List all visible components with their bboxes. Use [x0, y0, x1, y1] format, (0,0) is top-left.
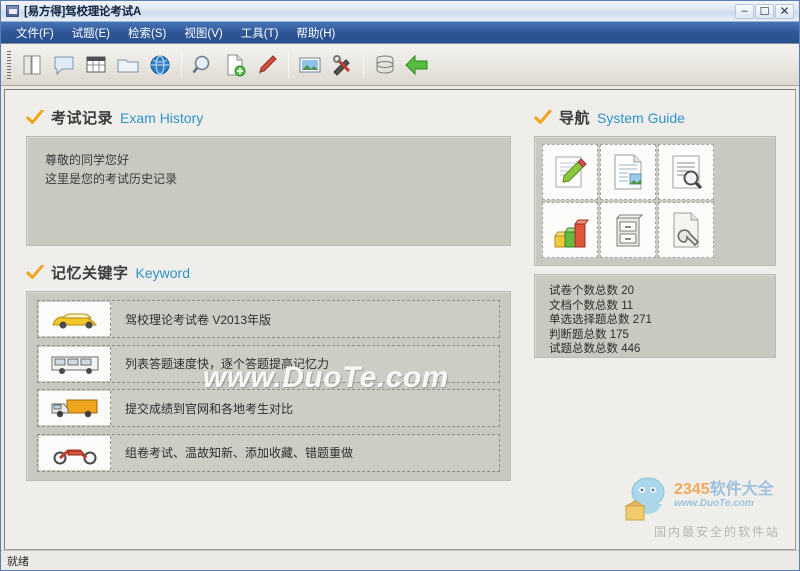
maximize-button[interactable]: ☐: [755, 3, 774, 19]
new-document-icon[interactable]: [220, 50, 250, 80]
book-icon[interactable]: [17, 50, 47, 80]
minimize-button[interactable]: –: [735, 3, 754, 19]
exam-history-title-en: Exam History: [120, 109, 204, 126]
database-icon[interactable]: [370, 50, 400, 80]
exam-history-header: 考试记录 Exam History: [26, 107, 518, 128]
brand-tagline: 国内最安全的软件站: [653, 525, 780, 539]
system-guide-title-cn: 导航: [559, 110, 591, 127]
application-window: [易方得]驾校理论考试A – ☐ ✕ 文件(F) 试题(E) 检索(S) 视图(…: [0, 0, 800, 571]
toolbar-grip[interactable]: [7, 50, 11, 79]
stat-line: 试题总数总数 446: [549, 343, 641, 355]
system-guide-title-en: System Guide: [597, 109, 685, 126]
left-column: 考试记录 Exam History 尊敬的同学您好 这里是您的考试历史记录 记忆…: [8, 93, 518, 546]
menu-tools[interactable]: 工具(T): [232, 23, 288, 43]
exam-history-panel: 尊敬的同学您好 这里是您的考试历史记录: [26, 136, 511, 246]
stat-line: 判断题总数 175: [549, 328, 629, 341]
stat-line: 单选选择题总数 271: [549, 314, 652, 326]
document-image-icon[interactable]: [600, 144, 656, 200]
folder-icon[interactable]: [113, 50, 143, 80]
magnifier-icon[interactable]: [188, 50, 218, 80]
list-item-label: 组卷考试、温故知新、添加收藏、错题重做: [125, 446, 354, 461]
list-item[interactable]: 列表答题速度快，逐个答题提高记忆力: [37, 344, 500, 383]
right-column: 导航 System Guide 试卷个数总数 20 文档个数总数 11 单选选择…: [518, 93, 792, 546]
bus-icon: [39, 346, 111, 381]
toolbar-separator: [363, 51, 364, 78]
file-cabinet-icon[interactable]: [600, 202, 656, 258]
bar-chart-icon[interactable]: [542, 202, 598, 258]
back-arrow-icon[interactable]: [402, 50, 432, 80]
list-item[interactable]: 提交成绩到官网和各地考生对比: [37, 389, 500, 428]
system-guide-header: 导航 System Guide: [534, 107, 776, 128]
tools-icon[interactable]: [327, 50, 357, 80]
checkmark-icon: [26, 264, 44, 279]
document-search-icon[interactable]: [658, 144, 714, 200]
picture-icon[interactable]: [295, 50, 325, 80]
window-controls: – ☐ ✕: [735, 3, 797, 19]
exam-history-line-2: 这里是您的考试历史记录: [45, 172, 178, 186]
status-bar: 就绪: [1, 550, 799, 570]
status-text: 就绪: [7, 555, 29, 568]
globe-icon[interactable]: [145, 50, 175, 80]
client-inner: 考试记录 Exam History 尊敬的同学您好 这里是您的考试历史记录 记忆…: [8, 93, 792, 546]
list-item-label: 提交成绩到官网和各地考生对比: [125, 401, 294, 416]
checkmark-icon: [26, 109, 44, 124]
toolbar-separator: [288, 51, 289, 78]
list-item-label: 列表答题速度快，逐个答题提高记忆力: [125, 357, 330, 372]
list-item[interactable]: 驾校理论考试卷 V2013年版: [37, 300, 500, 338]
window-title: [易方得]驾校理论考试A: [24, 6, 142, 18]
keyword-header: 记忆关键字 Keyword: [26, 262, 518, 283]
stat-line: 试卷个数总数 20: [549, 285, 634, 297]
toolbar: [1, 44, 799, 86]
close-button[interactable]: ✕: [775, 3, 794, 19]
keyword-title-en: Keyword: [135, 264, 190, 281]
menu-bar: 文件(F) 试题(E) 检索(S) 视图(V) 工具(T) 帮助(H): [1, 22, 799, 44]
menu-questions[interactable]: 试题(E): [63, 23, 119, 43]
menu-search[interactable]: 检索(S): [119, 23, 175, 43]
menu-help[interactable]: 帮助(H): [287, 23, 344, 43]
system-guide-panel: [534, 136, 776, 266]
table-icon[interactable]: [81, 50, 111, 80]
taxi-car-icon: [39, 302, 111, 336]
motorcycle-icon: [39, 435, 111, 470]
document-wrench-icon[interactable]: [658, 202, 714, 258]
speech-bubble-icon[interactable]: [49, 50, 79, 80]
keyword-title-cn: 记忆关键字: [51, 265, 129, 282]
keyword-panel: 驾校理论考试卷 V2013年版 列表答题速度快，逐个答题提高记忆力 提交成绩到官…: [26, 291, 511, 481]
menu-view[interactable]: 视图(V): [175, 23, 231, 43]
edit-pencil-icon[interactable]: [542, 144, 598, 200]
stats-panel: 试卷个数总数 20 文档个数总数 11 单选选择题总数 271 判断题总数 17…: [534, 274, 776, 358]
client-area: 考试记录 Exam History 尊敬的同学您好 这里是您的考试历史记录 记忆…: [4, 89, 796, 550]
pen-icon[interactable]: [252, 50, 282, 80]
app-icon: [6, 5, 19, 17]
exam-history-title-cn: 考试记录: [51, 110, 114, 127]
title-bar: [易方得]驾校理论考试A – ☐ ✕: [1, 1, 799, 22]
list-item[interactable]: 组卷考试、温故知新、添加收藏、错题重做: [37, 433, 500, 472]
toolbar-separator: [181, 51, 182, 78]
list-item-label: 驾校理论考试卷 V2013年版: [125, 312, 272, 327]
stat-line: 文档个数总数 11: [549, 299, 634, 312]
checkmark-icon: [534, 109, 552, 124]
menu-file[interactable]: 文件(F): [7, 23, 63, 43]
exam-history-line-1: 尊敬的同学您好: [45, 153, 130, 167]
truck-icon: [39, 391, 111, 426]
